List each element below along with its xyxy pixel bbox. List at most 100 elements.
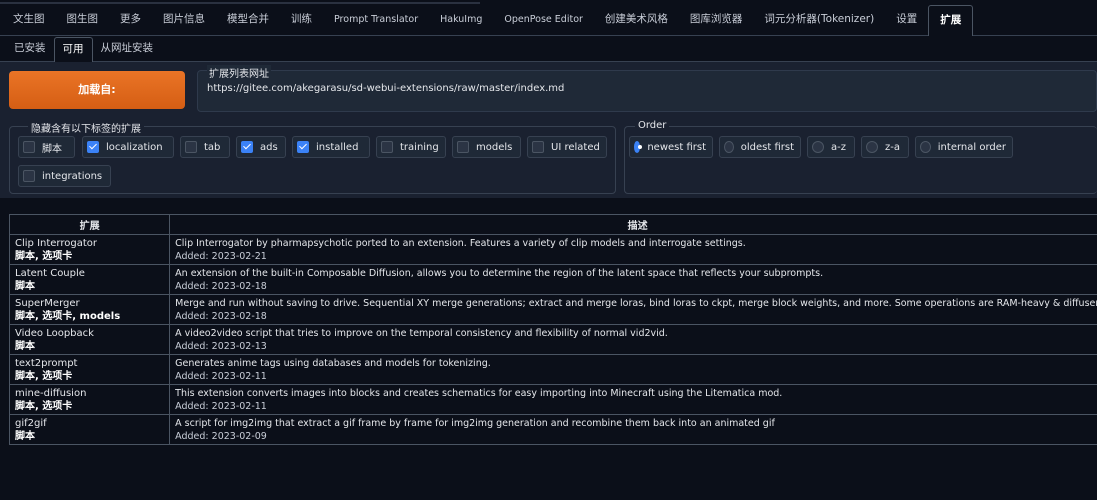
order-group: Order newest first oldest first a-z z-a … (624, 120, 1097, 194)
order-z-a[interactable]: z-a (861, 136, 909, 158)
table-row: mine-diffusion 脚本, 选项卡 This extension con… (8, 384, 1097, 415)
extension-cell: gif2gif 脚本 (8, 414, 171, 445)
available-extensions-table: 扩展 描述 Clip Interrogator 脚本, 选项卡 Clip Inte… (8, 214, 1097, 445)
extension-description: A video2video script that tries to impro… (175, 328, 668, 339)
radio-icon[interactable] (724, 141, 734, 153)
extension-tags: 脚本, 选项卡 (15, 401, 73, 412)
tab-openpose-editor[interactable]: OpenPose Editor (493, 5, 594, 35)
description-cell: Generates anime tags using databases and… (169, 354, 1097, 385)
extension-name-link[interactable]: Clip Interrogator (15, 237, 165, 250)
hide-tag-ui-related[interactable]: UI related (527, 136, 607, 158)
order-a-z[interactable]: a-z (807, 136, 855, 158)
extension-index-url-field[interactable]: 扩展列表网址 https://gitee.com/akegarasu/sd-we… (197, 65, 1097, 112)
description-cell: Clip Interrogator by pharmapsychotic por… (169, 234, 1097, 265)
extension-description: Merge and run without saving to drive. S… (175, 298, 1097, 309)
order-oldest-first[interactable]: oldest first (719, 136, 801, 158)
extension-cell: Clip Interrogator 脚本, 选项卡 (8, 234, 171, 265)
checkbox-checked-icon[interactable] (241, 141, 253, 153)
chip-label: models (476, 141, 513, 153)
table-row: SuperMerger 脚本, 选项卡, models Merge and run… (8, 294, 1097, 325)
checkbox-checked-icon[interactable] (87, 141, 99, 153)
load-row: 加载自: 扩展列表网址 https://gitee.com/akegarasu/… (0, 62, 1097, 112)
checkbox-icon[interactable] (23, 170, 35, 182)
tab-png-info[interactable]: 图片信息 (152, 5, 216, 35)
extension-tags: 脚本 (15, 341, 35, 352)
extension-description: Generates anime tags using databases and… (175, 358, 491, 369)
description-cell: Merge and run without saving to drive. S… (169, 294, 1097, 325)
tab-txt2img[interactable]: 文生图 (2, 5, 56, 35)
order-newest-first[interactable]: newest first (629, 136, 713, 158)
chip-label: training (400, 141, 439, 153)
table-row: Latent Couple 脚本 An extension of the buil… (8, 264, 1097, 295)
checkbox-icon[interactable] (381, 141, 393, 153)
extension-added-date: Added: 2023-02-21 (175, 251, 267, 262)
chip-label: tab (204, 141, 221, 153)
tab-settings[interactable]: 设置 (885, 5, 928, 35)
extension-name-link[interactable]: text2prompt (15, 357, 165, 370)
chip-label: z-a (885, 141, 900, 153)
tab-img2img[interactable]: 图生图 (56, 5, 110, 35)
hide-tag-tab[interactable]: tab (180, 136, 230, 158)
tab-train[interactable]: 训练 (280, 5, 323, 35)
checkbox-icon[interactable] (532, 141, 544, 153)
hide-tags-group: 隐藏含有以下标签的扩展 脚本 localization tab ads inst… (9, 120, 616, 194)
extension-name-link[interactable]: SuperMerger (15, 297, 165, 310)
tab-checkpoint-merger[interactable]: 模型合并 (216, 5, 280, 35)
top-divider (0, 2, 480, 4)
url-field-label: 扩展列表网址 (207, 65, 271, 80)
extension-name-link[interactable]: gif2gif (15, 417, 165, 430)
filters-row: 隐藏含有以下标签的扩展 脚本 localization tab ads inst… (0, 120, 1097, 198)
subtab-install-from-url[interactable]: 从网址安装 (93, 37, 162, 61)
tab-more[interactable]: 更多 (109, 5, 152, 35)
radio-icon[interactable] (812, 141, 824, 153)
subtab-installed[interactable]: 已安装 (6, 37, 54, 61)
tab-image-browser[interactable]: 图库浏览器 (679, 5, 754, 35)
radio-selected-icon[interactable] (634, 141, 643, 153)
chip-label: a-z (831, 141, 846, 153)
extension-description: An extension of the built-in Composable … (175, 268, 824, 279)
hide-tag-script[interactable]: 脚本 (18, 136, 75, 158)
chip-label: localization (106, 141, 163, 153)
checkbox-icon[interactable] (23, 141, 35, 153)
hide-tag-models[interactable]: models (452, 136, 521, 158)
extension-tags: 脚本, 选项卡 (15, 251, 73, 262)
extension-description: Clip Interrogator by pharmapsychotic por… (175, 238, 746, 249)
radio-icon[interactable] (920, 141, 931, 153)
column-header-description: 描述 (169, 214, 1097, 235)
tab-hakuimg[interactable]: HakuImg (429, 5, 493, 35)
tab-create-style[interactable]: 创建美术风格 (594, 5, 679, 35)
radio-icon[interactable] (866, 141, 878, 153)
hide-tag-installed[interactable]: installed (292, 136, 370, 158)
tab-extensions[interactable]: 扩展 (928, 5, 974, 36)
extension-name-link[interactable]: Latent Couple (15, 267, 165, 280)
order-title: Order (635, 120, 670, 131)
extension-added-date: Added: 2023-02-11 (175, 401, 267, 412)
extensions-sub-tab-bar: 已安装 可用 从网址安装 (0, 37, 1097, 62)
extension-description: This extension converts images into bloc… (175, 388, 783, 399)
extension-added-date: Added: 2023-02-18 (175, 281, 267, 292)
hide-tag-localization[interactable]: localization (82, 136, 174, 158)
table-row: Clip Interrogator 脚本, 选项卡 Clip Interrogat… (8, 234, 1097, 265)
section-gap (0, 198, 1097, 214)
url-field-value[interactable]: https://gitee.com/akegarasu/sd-webui-ext… (207, 83, 564, 94)
hide-tag-training[interactable]: training (376, 136, 446, 158)
chip-label: integrations (42, 170, 103, 182)
subtab-available[interactable]: 可用 (53, 37, 93, 62)
extension-cell: text2prompt 脚本, 选项卡 (8, 354, 171, 385)
hide-tag-ads[interactable]: ads (236, 136, 286, 158)
main-tab-bar: 文生图 图生图 更多 图片信息 模型合并 训练 Prompt Translato… (0, 5, 1097, 36)
tab-tokenizer[interactable]: 词元分析器(Tokenizer) (753, 5, 885, 35)
hide-tag-integrations[interactable]: integrations (18, 165, 111, 187)
checkbox-checked-icon[interactable] (297, 141, 309, 153)
checkbox-icon[interactable] (185, 141, 197, 153)
checkbox-icon[interactable] (457, 141, 469, 153)
chip-label: internal order (937, 141, 1006, 153)
tab-prompt-translator[interactable]: Prompt Translator (323, 5, 429, 35)
extension-name-link[interactable]: mine-diffusion (15, 387, 165, 400)
extension-name-link[interactable]: Video Loopback (15, 327, 165, 340)
load-from-button[interactable]: 加载自: (9, 71, 185, 109)
extension-added-date: Added: 2023-02-11 (175, 371, 267, 382)
extension-description: A script for img2img that extract a gif … (175, 418, 775, 429)
available-panel: 加载自: 扩展列表网址 https://gitee.com/akegarasu/… (0, 62, 1097, 198)
order-internal[interactable]: internal order (915, 136, 1013, 158)
